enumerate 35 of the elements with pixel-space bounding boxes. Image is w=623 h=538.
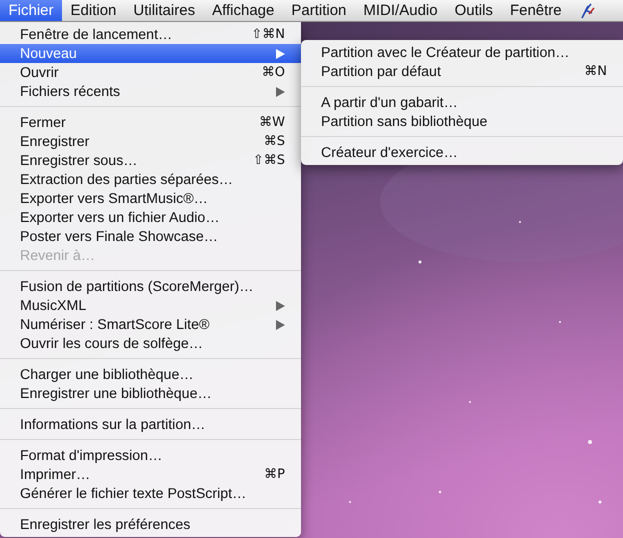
menu-bar-item[interactable]: Utilitaires [124,0,204,21]
menu-item[interactable]: Informations sur la partition… [0,415,301,434]
menu-item[interactable]: Partition sans bibliothèque [301,112,623,131]
menu-item[interactable]: Nouveau [0,44,301,63]
menu-item[interactable]: Enregistrer les préférences [0,515,301,534]
menu-item[interactable]: Ouvrir ⌘O [0,63,301,82]
menu-bar-item[interactable]: Fichier [0,0,62,21]
menu-item[interactable]: A partir d'un gabarit… [301,93,623,112]
menu-item[interactable]: Format d'impression… [0,446,301,465]
menu-bar-item[interactable]: Edition [62,0,125,21]
menu-item[interactable]: Fenêtre de lancement… ⇧⌘N [0,25,301,44]
menu-bar-item[interactable]: Affichage [204,0,283,21]
menu-item[interactable]: Exporter vers SmartMusic®… [0,189,301,208]
menu-item[interactable]: Extraction des parties séparées… [0,170,301,189]
menu-item[interactable]: Partition avec le Créateur de partition… [301,43,623,62]
menu-item[interactable]: Imprimer… ⌘P [0,465,301,484]
menu-item[interactable]: Exporter vers un fichier Audio… [0,208,301,227]
menu-item[interactable]: Enregistrer une bibliothèque… [0,384,301,403]
menu-bar-item[interactable]: Partition [282,0,355,21]
menu-item[interactable]: Poster vers Finale Showcase… [0,227,301,246]
menu-item[interactable]: Enregistrer sous… ⇧⌘S [0,151,301,170]
menu-item[interactable]: Générer le fichier texte PostScript… [0,484,301,503]
menu-item[interactable]: Fusion de partitions (ScoreMerger)… [0,277,301,296]
menu-item[interactable]: Partition par défaut ⌘N [301,62,623,81]
menu-bar-item[interactable]: MIDI/Audio [354,0,446,21]
menu-item[interactable]: Fichiers récents [0,82,301,101]
menu-item[interactable]: Fermer ⌘W [0,113,301,132]
menu-item[interactable]: Créateur d'exercice… [301,143,623,162]
menu-item[interactable]: MusicXML [0,296,301,315]
menu-bar-item[interactable]: Fenêtre [501,0,570,21]
menu-bar-item[interactable]: Outils [446,0,502,21]
menu-item[interactable]: Charger une bibliothèque… [0,365,301,384]
menu-item[interactable]: Ouvrir les cours de solfège… [0,334,301,353]
menu-item[interactable]: Enregistrer ⌘S [0,132,301,151]
menu-item[interactable]: Numériser : SmartScore Lite® [0,315,301,334]
